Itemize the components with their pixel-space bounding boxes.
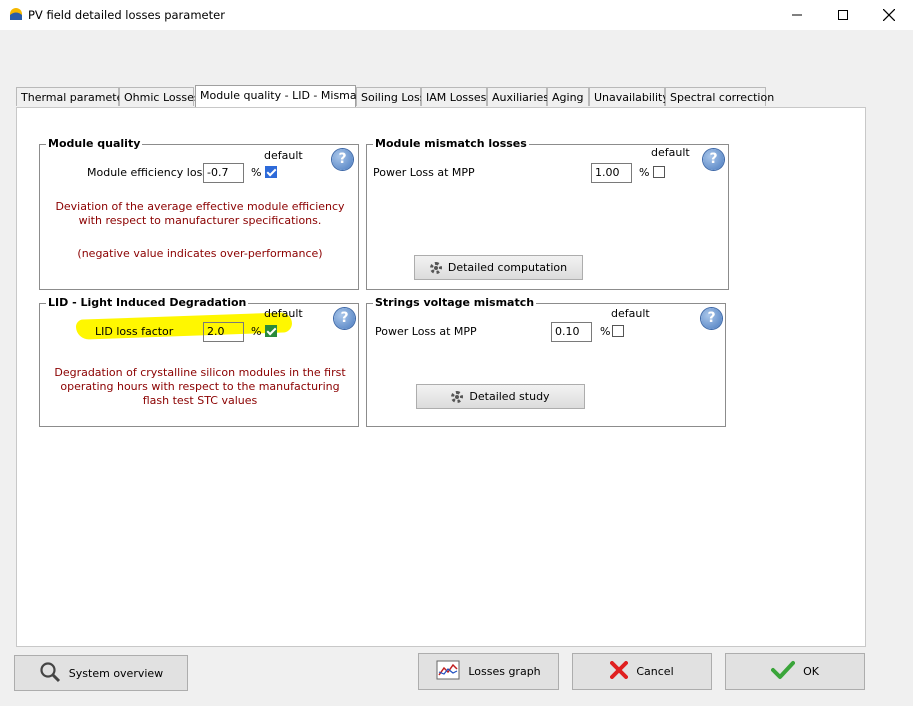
tab-module-quality-lid-mismatch[interactable]: Module quality - LID - Mismatch bbox=[195, 85, 374, 107]
help-icon[interactable]: ? bbox=[701, 308, 722, 329]
lid-group: LID - Light Induced Degradation default … bbox=[39, 296, 359, 427]
strings-power-loss-input[interactable]: 0.10 bbox=[551, 322, 592, 342]
help-icon[interactable]: ? bbox=[703, 149, 724, 170]
ok-label: OK bbox=[803, 665, 819, 678]
module-quality-title: Module quality bbox=[46, 137, 143, 150]
mismatch-power-loss-label: Power Loss at MPP bbox=[373, 166, 475, 179]
lid-title: LID - Light Induced Degradation bbox=[46, 296, 249, 309]
ok-button[interactable]: OK bbox=[725, 653, 865, 690]
title-bar: PV field detailed losses parameter bbox=[0, 0, 913, 30]
module-quality-description: Deviation of the average effective modul… bbox=[55, 200, 345, 227]
cancel-x-icon bbox=[610, 661, 629, 682]
tab-panel: Module quality default ? Module efficien… bbox=[16, 107, 866, 647]
checkmark-icon bbox=[771, 660, 796, 683]
module-quality-default-label: default bbox=[264, 149, 303, 162]
strings-default-checkbox[interactable] bbox=[612, 325, 624, 337]
strings-power-loss-label: Power Loss at MPP bbox=[375, 325, 477, 338]
tab-ohmic-losses[interactable]: Ohmic Losses bbox=[119, 87, 200, 106]
magnifier-icon bbox=[39, 661, 61, 686]
help-icon[interactable]: ? bbox=[334, 308, 355, 329]
detailed-computation-label: Detailed computation bbox=[447, 261, 568, 274]
lid-loss-factor-label: LID loss factor bbox=[95, 325, 174, 338]
strings-mismatch-title: Strings voltage mismatch bbox=[373, 296, 537, 309]
strings-voltage-mismatch-group: Strings voltage mismatch default ? Power… bbox=[366, 296, 726, 427]
module-quality-group: Module quality default ? Module efficien… bbox=[39, 137, 359, 290]
tab-soiling-loss[interactable]: Soiling Loss bbox=[356, 87, 425, 106]
tab-aging[interactable]: Aging bbox=[547, 87, 589, 106]
mismatch-default-checkbox[interactable] bbox=[653, 166, 665, 178]
chart-icon bbox=[436, 660, 460, 683]
tab-auxiliaries[interactable]: Auxiliaries bbox=[487, 87, 549, 106]
window-title: PV field detailed losses parameter bbox=[28, 8, 225, 22]
module-efficiency-loss-label: Module efficiency loss bbox=[87, 166, 209, 179]
gear-icon bbox=[451, 390, 464, 403]
close-icon[interactable] bbox=[866, 0, 912, 30]
module-mismatch-group: Module mismatch losses default ? Power L… bbox=[366, 137, 729, 290]
system-overview-button[interactable]: System overview bbox=[14, 655, 188, 691]
losses-graph-button[interactable]: Losses graph bbox=[418, 653, 559, 690]
mismatch-power-loss-input[interactable]: 1.00 bbox=[591, 163, 632, 183]
gear-icon bbox=[429, 261, 442, 274]
tab-iam-losses[interactable]: IAM Losses bbox=[421, 87, 487, 106]
tab-unavailability[interactable]: Unavailability bbox=[589, 87, 669, 106]
tab-spectral-correction[interactable]: Spectral correction bbox=[665, 87, 774, 106]
tab-thermal-parameter[interactable]: Thermal parameter bbox=[16, 87, 128, 106]
app-icon bbox=[9, 7, 23, 21]
lid-loss-factor-input[interactable]: 2.0 bbox=[203, 322, 244, 342]
module-mismatch-title: Module mismatch losses bbox=[373, 137, 529, 150]
module-quality-note: (negative value indicates over-performan… bbox=[77, 247, 323, 260]
percent-unit: % bbox=[639, 166, 650, 179]
detailed-computation-button[interactable]: Detailed computation bbox=[414, 255, 583, 280]
lid-default-label: default bbox=[264, 307, 303, 320]
module-efficiency-loss-input[interactable]: -0.7 bbox=[203, 163, 244, 183]
percent-unit: % bbox=[251, 325, 262, 338]
minimize-icon[interactable] bbox=[774, 0, 820, 30]
help-icon[interactable]: ? bbox=[332, 149, 353, 170]
percent-unit: % bbox=[600, 325, 611, 338]
cancel-label: Cancel bbox=[636, 665, 674, 678]
module-quality-default-checkbox[interactable] bbox=[265, 166, 277, 178]
cancel-button[interactable]: Cancel bbox=[572, 653, 712, 690]
maximize-icon[interactable] bbox=[820, 0, 866, 30]
detailed-study-button[interactable]: Detailed study bbox=[416, 384, 585, 409]
losses-graph-label: Losses graph bbox=[468, 665, 541, 678]
system-overview-label: System overview bbox=[68, 666, 164, 680]
lid-description: Degradation of crystalline silicon modul… bbox=[54, 366, 346, 407]
strings-default-label: default bbox=[611, 307, 650, 320]
lid-default-checkbox[interactable] bbox=[265, 325, 277, 337]
percent-unit: % bbox=[251, 166, 262, 179]
detailed-study-label: Detailed study bbox=[469, 390, 550, 403]
mismatch-default-label: default bbox=[651, 146, 690, 159]
